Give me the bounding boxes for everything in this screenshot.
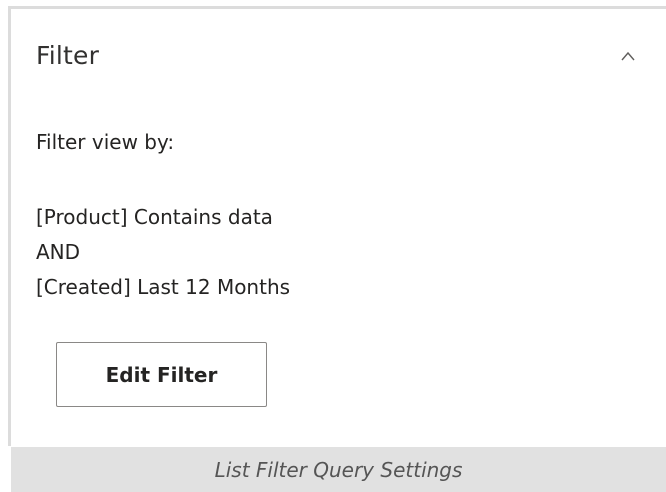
- query-line: [Created] Last 12 Months: [36, 275, 291, 299]
- filter-query: [Product] Contains data AND [Created] La…: [36, 200, 290, 305]
- chevron-up-icon[interactable]: [621, 49, 635, 63]
- query-line: AND: [36, 240, 81, 264]
- edit-filter-button[interactable]: Edit Filter: [56, 342, 267, 407]
- image-caption: List Filter Query Settings: [11, 447, 666, 492]
- filter-view-label: Filter view by:: [36, 130, 175, 154]
- panel-title: Filter: [36, 41, 100, 70]
- query-line: [Product] Contains data: [36, 205, 273, 229]
- filter-panel: Filter Filter view by: [Product] Contain…: [8, 6, 666, 446]
